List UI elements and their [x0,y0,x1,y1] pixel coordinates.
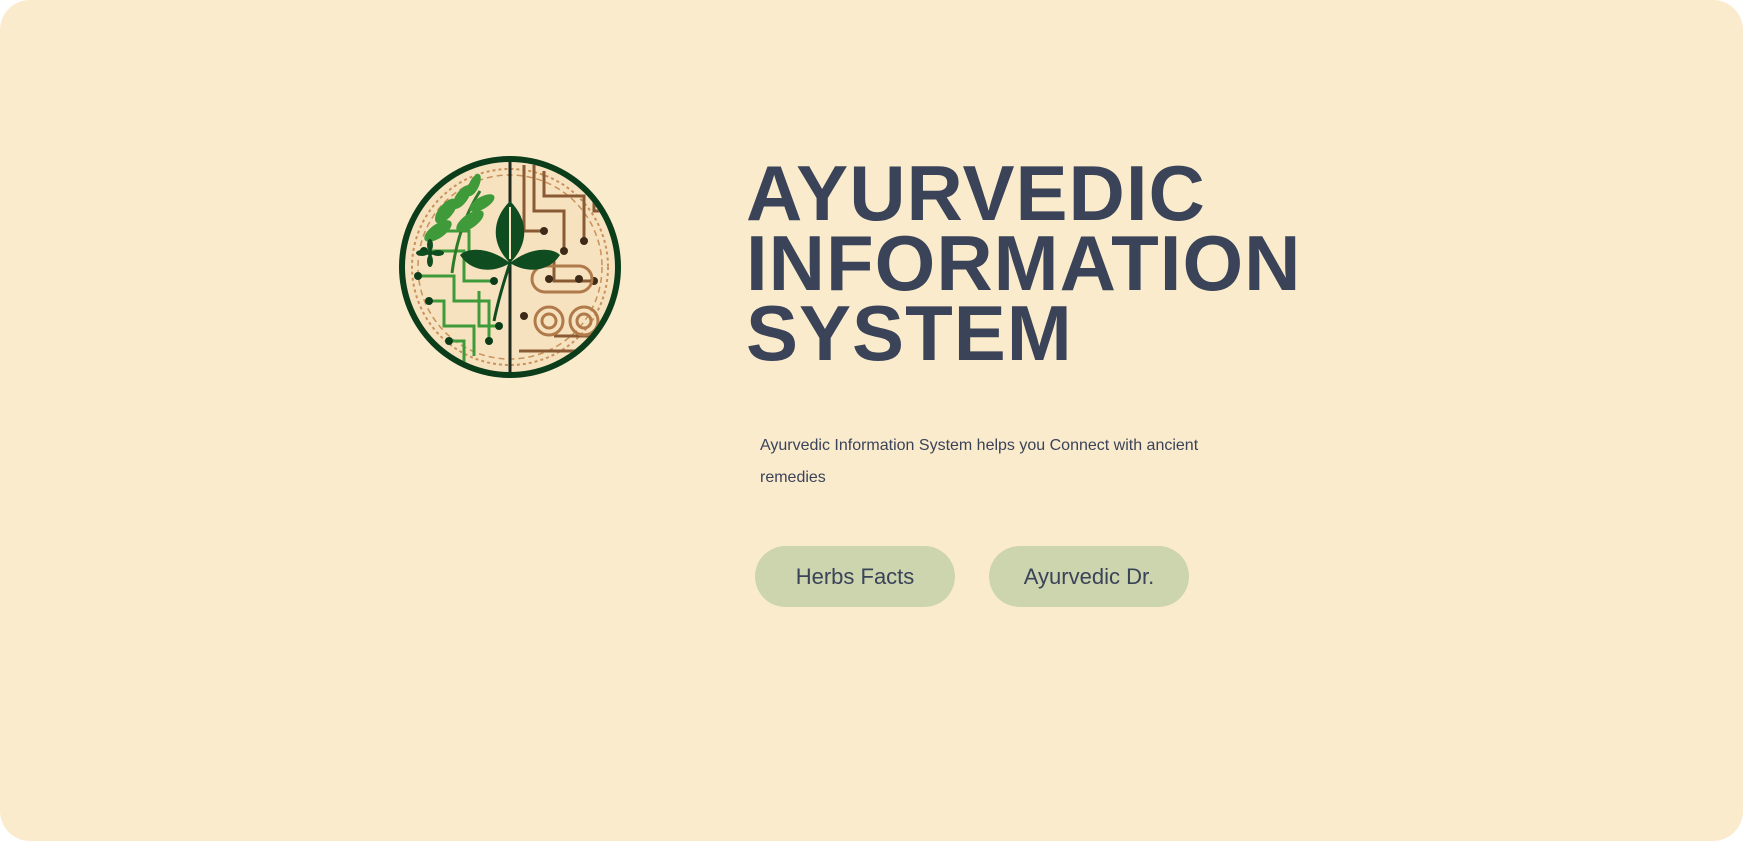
title-line: SYSTEM [746,289,1073,377]
herbs-facts-button[interactable]: Herbs Facts [755,546,955,607]
title-line: AYURVEDIC [746,149,1206,237]
hero-card: AYURVEDIC INFORMATION SYSTEM Ayurvedic I… [0,0,1743,841]
hero-description: Ayurvedic Information System helps you C… [760,437,1199,486]
logo-graphic [399,156,621,378]
leaf-circuit-logo [394,151,626,383]
page-title: AYURVEDIC INFORMATION SYSTEM [746,149,1302,377]
title-line: INFORMATION [746,219,1302,307]
ayurvedic-doctor-button[interactable]: Ayurvedic Dr. [989,546,1189,607]
